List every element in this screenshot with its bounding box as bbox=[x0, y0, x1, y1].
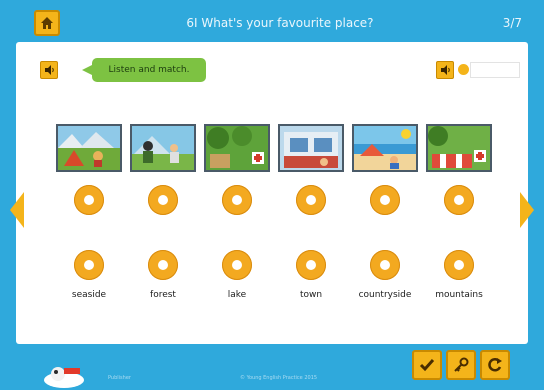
instruction-audio-button[interactable] bbox=[40, 61, 58, 79]
previous-page-arrow-icon[interactable] bbox=[10, 192, 24, 228]
word-label: lake bbox=[227, 290, 247, 300]
next-page-arrow-icon[interactable] bbox=[520, 192, 534, 228]
reset-icon bbox=[488, 358, 502, 372]
speaker-icon bbox=[440, 65, 450, 75]
reset-button[interactable] bbox=[480, 350, 510, 380]
picture-target-2[interactable] bbox=[148, 185, 178, 215]
beach-scene-image bbox=[354, 126, 416, 170]
instruction-bubble: Listen and match. bbox=[82, 58, 206, 82]
picture-target-6[interactable] bbox=[444, 185, 474, 215]
word-target-4[interactable] bbox=[296, 250, 326, 280]
page-title: 6I What's your favourite place? bbox=[186, 16, 374, 30]
word-target-5[interactable] bbox=[370, 250, 400, 280]
picture-target-3[interactable] bbox=[222, 185, 252, 215]
picture-target-1[interactable] bbox=[74, 185, 104, 215]
shop-scene-image bbox=[280, 126, 342, 170]
footer-left-text: Publisher bbox=[108, 375, 131, 381]
audio-progress-track[interactable] bbox=[470, 62, 520, 78]
park-scene-image bbox=[206, 126, 268, 170]
word-label: mountains bbox=[435, 290, 483, 300]
picture-town[interactable] bbox=[278, 124, 344, 172]
check-button[interactable] bbox=[412, 350, 442, 380]
audio-player-button[interactable] bbox=[436, 61, 454, 79]
mascot-logo bbox=[44, 367, 84, 388]
word-label: countryside bbox=[358, 290, 412, 300]
picture-forest[interactable] bbox=[130, 124, 196, 172]
picture-target-4[interactable] bbox=[296, 185, 326, 215]
picture-target-5[interactable] bbox=[370, 185, 400, 215]
picture-mountains[interactable] bbox=[426, 124, 492, 172]
check-icon bbox=[419, 359, 435, 372]
audio-progress-knob[interactable] bbox=[458, 64, 469, 75]
picture-seaside[interactable] bbox=[56, 124, 122, 172]
answer-key-button[interactable] bbox=[446, 350, 476, 380]
key-icon bbox=[454, 357, 469, 372]
speaker-icon bbox=[44, 65, 54, 75]
word-target-6[interactable] bbox=[444, 250, 474, 280]
word-label: forest bbox=[150, 290, 176, 300]
hikers-scene-image bbox=[132, 126, 194, 170]
home-button[interactable] bbox=[34, 10, 60, 36]
page-indicator: 3/7 bbox=[502, 16, 522, 30]
word-target-3[interactable] bbox=[222, 250, 252, 280]
app-frame: 6I What's your favourite place? 3/7 List… bbox=[0, 0, 544, 390]
top-bar: 6I What's your favourite place? 3/7 bbox=[0, 0, 544, 40]
footer-copyright: © Young English Practice 2015 bbox=[240, 375, 318, 381]
camping-scene-image bbox=[58, 126, 120, 170]
word-label: town bbox=[299, 290, 323, 300]
word-target-1[interactable] bbox=[74, 250, 104, 280]
picnic-scene-image bbox=[428, 126, 490, 170]
picture-countryside[interactable] bbox=[352, 124, 418, 172]
picture-lake[interactable] bbox=[204, 124, 270, 172]
home-icon bbox=[41, 17, 53, 29]
word-label: seaside bbox=[71, 290, 107, 300]
word-target-2[interactable] bbox=[148, 250, 178, 280]
